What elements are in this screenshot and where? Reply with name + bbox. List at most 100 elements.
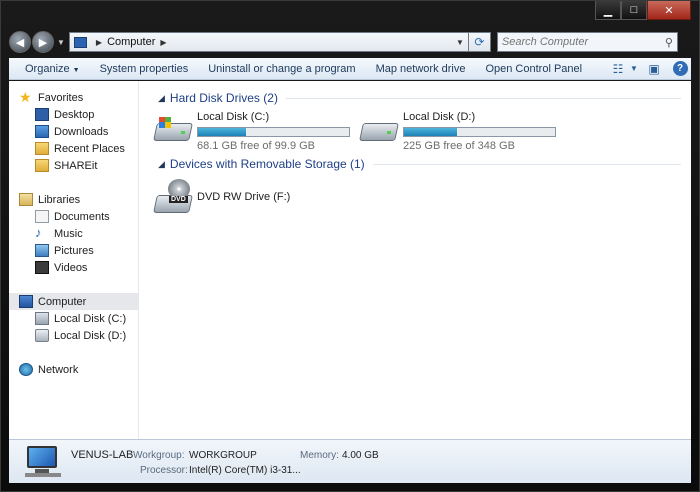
- sidebar-libraries[interactable]: Libraries: [9, 191, 138, 208]
- view-options-dropdown-icon[interactable]: ▼: [629, 60, 639, 78]
- sidebar-item-label: Favorites: [38, 91, 84, 104]
- documents-icon: [35, 210, 49, 223]
- sidebar-item-label: Local Disk (C:): [54, 312, 127, 325]
- uninstall-program-button[interactable]: Uninstall or change a program: [200, 63, 367, 75]
- sidebar-item-local-disk-d[interactable]: Local Disk (D:): [9, 327, 138, 344]
- pictures-icon: [35, 244, 49, 257]
- sidebar-item-label: Computer: [38, 295, 87, 308]
- sidebar-item-label: Desktop: [54, 108, 95, 121]
- dvd-drive-icon: DVD: [153, 179, 193, 215]
- libraries-icon: [19, 193, 33, 206]
- collapse-arrow-icon[interactable]: ◢: [158, 93, 165, 104]
- music-icon: ♪: [35, 225, 42, 240]
- explorer-window: ▁ □ ✕ ◀ ▶ ▼ ▶ Computer ▶ ▼ ⟳ ⚲ Organize▼…: [0, 0, 700, 492]
- search-icon[interactable]: ⚲: [665, 36, 673, 49]
- group-header-removable-storage[interactable]: ◢ Devices with Removable Storage (1): [158, 156, 681, 172]
- drive-free-space: 68.1 GB free of 99.9 GB: [197, 140, 316, 152]
- breadcrumb-separator-icon[interactable]: ▶: [160, 38, 166, 47]
- recent-pages-dropdown[interactable]: ▼: [57, 38, 65, 47]
- organize-menu[interactable]: Organize ▼: [17, 63, 92, 75]
- sidebar-item-documents[interactable]: Documents: [9, 208, 138, 225]
- workgroup-value: WORKGROUP: [189, 450, 257, 461]
- forward-button[interactable]: ▶: [32, 31, 54, 53]
- sidebar-item-shareit[interactable]: SHAREit: [9, 157, 138, 174]
- computer-icon: [19, 295, 33, 308]
- computer-icon: [73, 36, 87, 48]
- processor-value: Intel(R) Core(TM) i3-31...: [189, 465, 301, 476]
- change-view-icon[interactable]: ☷: [607, 60, 629, 78]
- sidebar-item-label: SHAREit: [54, 159, 98, 172]
- command-bar: Organize ▼ System properties Uninstall or…: [9, 58, 691, 80]
- sidebar-favorites[interactable]: ★ Favorites: [9, 89, 138, 106]
- group-divider: [372, 163, 681, 165]
- sidebar-item-label: Videos: [54, 261, 88, 274]
- minimize-button[interactable]: ▁: [595, 1, 621, 20]
- breadcrumb-separator-icon[interactable]: ▶: [96, 38, 102, 47]
- computer-name: VENUS-LAB: [71, 449, 134, 461]
- map-network-drive-button[interactable]: Map network drive: [368, 63, 478, 75]
- help-button[interactable]: ?: [669, 60, 691, 78]
- recent-places-icon: [35, 142, 49, 155]
- sidebar-item-desktop[interactable]: Desktop: [9, 106, 138, 123]
- sidebar-item-videos[interactable]: Videos: [9, 259, 138, 276]
- address-bar[interactable]: ▶ Computer ▶ ▼: [68, 32, 469, 52]
- workgroup-label: Workgroup:: [133, 450, 185, 461]
- refresh-button[interactable]: ⟳: [468, 32, 491, 52]
- drive-name: DVD RW Drive (F:): [197, 191, 291, 203]
- processor-label: Processor:: [140, 465, 188, 476]
- drive-item-c[interactable]: Local Disk (C:) 68.1 GB free of 99.9 GB: [153, 111, 350, 152]
- dvd-badge: DVD: [169, 196, 188, 203]
- breadcrumb-computer[interactable]: Computer: [107, 36, 155, 48]
- system-properties-button[interactable]: System properties: [92, 63, 201, 75]
- sidebar-item-label: Network: [38, 363, 79, 376]
- preview-pane-icon[interactable]: ▣: [643, 60, 665, 78]
- drive-usage-fill: [198, 128, 247, 136]
- content-area: ◢ Hard Disk Drives (2) Local Disk (C:) 6…: [139, 81, 691, 439]
- sidebar-item-label: Music: [54, 227, 83, 240]
- drive-usage-bar: [197, 127, 350, 137]
- sidebar-item-label: Downloads: [54, 125, 109, 138]
- maximize-button[interactable]: □: [621, 1, 647, 20]
- memory-label: Memory:: [300, 450, 339, 461]
- close-button[interactable]: ✕: [647, 1, 691, 20]
- sidebar-computer[interactable]: Computer: [9, 293, 138, 310]
- desktop-icon: [35, 108, 49, 121]
- drive-free-space: 225 GB free of 348 GB: [403, 140, 515, 152]
- search-input[interactable]: [501, 36, 665, 48]
- sidebar-item-label: Local Disk (D:): [54, 329, 127, 342]
- drive-usage-fill: [404, 128, 457, 136]
- sidebar-network[interactable]: Network: [9, 361, 138, 378]
- drive-item-d[interactable]: Local Disk (D:) 225 GB free of 348 GB: [359, 111, 556, 152]
- computer-monitor-icon: [23, 446, 63, 478]
- search-box[interactable]: ⚲: [496, 32, 678, 52]
- drive-name: Local Disk (D:): [403, 111, 476, 123]
- group-header-hard-disk-drives[interactable]: ◢ Hard Disk Drives (2): [158, 90, 681, 106]
- system-hard-drive-icon: [153, 111, 193, 147]
- sidebar-item-pictures[interactable]: Pictures: [9, 242, 138, 259]
- sidebar-item-local-disk-c[interactable]: Local Disk (C:): [9, 310, 138, 327]
- drive-item-dvd[interactable]: DVD DVD RW Drive (F:): [153, 179, 290, 215]
- drive-name: Local Disk (C:): [197, 111, 270, 123]
- sidebar-item-recent-places[interactable]: Recent Places: [9, 140, 138, 157]
- videos-icon: [35, 261, 49, 274]
- pane-area: ★ Favorites Desktop Downloads Recent Pla…: [9, 81, 691, 439]
- system-drive-icon: [35, 312, 49, 325]
- back-button[interactable]: ◀: [9, 31, 31, 53]
- sidebar-item-downloads[interactable]: Downloads: [9, 123, 138, 140]
- sidebar-item-music[interactable]: ♪ Music: [9, 225, 138, 242]
- caption-buttons: ▁ □ ✕: [595, 1, 691, 21]
- help-icon: ?: [672, 61, 688, 76]
- group-divider: [285, 97, 681, 99]
- navigation-bar: ◀ ▶ ▼ ▶ Computer ▶ ▼ ⟳ ⚲: [9, 29, 691, 55]
- group-title: Hard Disk Drives (2): [169, 91, 278, 105]
- collapse-arrow-icon[interactable]: ◢: [158, 159, 165, 170]
- open-control-panel-button[interactable]: Open Control Panel: [477, 63, 594, 75]
- windows-logo-icon: [159, 117, 171, 128]
- sidebar-item-label: Libraries: [38, 193, 81, 206]
- address-dropdown-icon[interactable]: ▼: [456, 38, 464, 47]
- hard-drive-icon: [359, 111, 399, 147]
- drive-icon: [35, 329, 49, 342]
- memory-value: 4.00 GB: [342, 450, 379, 461]
- drive-usage-bar: [403, 127, 556, 137]
- sidebar-item-label: Documents: [54, 210, 110, 223]
